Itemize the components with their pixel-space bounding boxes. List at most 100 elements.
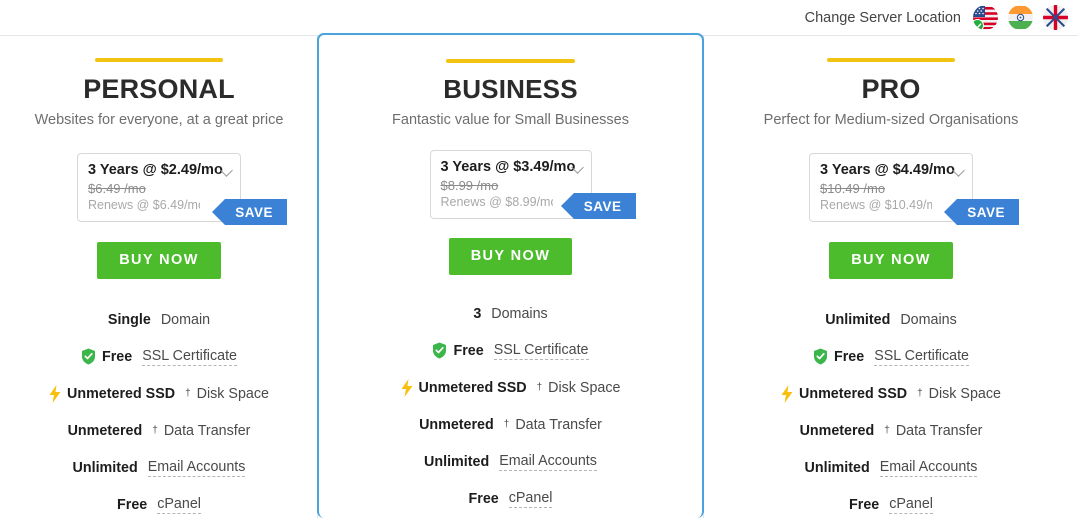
feature-ssl: Free SSL Certificate [813, 338, 970, 375]
feature-data-transfer: Unmetered † Data Transfer [419, 406, 602, 443]
change-server-location-label[interactable]: Change Server Location [805, 10, 961, 26]
dagger-marker: † [536, 382, 543, 393]
price-original: $6.49 /mo [88, 181, 146, 196]
feature-bold: Free [117, 496, 148, 513]
feature-text: cPanel [157, 495, 201, 514]
plan-card-personal: NOW WITH SSD PERSONAL Websites for every… [0, 36, 318, 518]
save-ribbon: SAVE [560, 193, 636, 219]
price-renewal: Renews @ $8.99/mo [440, 195, 553, 209]
feature-bold: Unmetered [419, 416, 494, 433]
plan-tagline: Fantastic value for Small Businesses [392, 112, 629, 128]
dagger-marker: † [884, 425, 890, 436]
buy-now-button[interactable]: BUY NOW [829, 242, 953, 279]
plan-name: PRO [861, 74, 921, 104]
price-renewal: Renews @ $6.49/mo [88, 198, 200, 212]
header-bar: Change Server Location [0, 0, 1078, 35]
dagger-marker: † [185, 388, 191, 399]
us-flag-icon[interactable] [973, 5, 998, 30]
feature-bold: Free [833, 348, 865, 365]
feature-email-accounts: Unlimited Email Accounts [805, 449, 978, 486]
feature-cpanel: Free cPanel [849, 486, 933, 518]
feature-bold: Unlimited [72, 459, 138, 476]
feature-bold: Unmetered SSD [67, 385, 176, 402]
feature-text: Email Accounts [147, 458, 246, 477]
feature-bold: Free [101, 348, 133, 365]
uk-flag-icon[interactable] [1043, 5, 1068, 30]
dagger-marker: † [152, 425, 158, 436]
price-selector-wrap: 3 Years @ $2.49/mo $6.49 /mo Renews @ $6… [77, 153, 287, 225]
feature-email-accounts: Unlimited Email Accounts [424, 443, 597, 480]
dagger-marker: † [917, 388, 923, 399]
feature-ssl: Free SSL Certificate [81, 338, 238, 375]
feature-email-accounts: Unlimited Email Accounts [73, 449, 246, 486]
india-flag-icon[interactable] [1008, 5, 1033, 30]
feature-text: SSL Certificate [874, 347, 970, 366]
feature-disk-space: Unmetered SSD † Disk Space [401, 369, 621, 406]
shield-check-icon [813, 348, 828, 365]
feature-text: SSL Certificate [493, 341, 589, 360]
selected-check-icon [973, 19, 984, 30]
feature-list: Single Domain Free SSL Certificate Unmeter… [0, 301, 318, 518]
buy-now-button[interactable]: BUY NOW [448, 238, 573, 275]
feature-text: SSL Certificate [142, 347, 238, 366]
price-selector-wrap: 3 Years @ $4.49/mo $10.49 /mo Renews @ $… [809, 153, 1019, 225]
feature-bold: Free [849, 496, 880, 513]
feature-text: Data Transfer [515, 416, 602, 433]
feature-bold: Free [468, 490, 499, 507]
price-current: 3 Years @ $2.49/mo [88, 162, 223, 178]
domains-count: Single [107, 311, 151, 328]
feature-bold: Unmetered SSD [799, 385, 908, 402]
feature-bold: Unmetered SSD [418, 379, 527, 396]
ssd-badge: NOW WITH SSD [826, 58, 956, 62]
plan-card-business: NOW WITH SSD MOST POPULAR BUSINESS Fanta… [317, 33, 704, 518]
feature-data-transfer: Unmetered † Data Transfer [68, 412, 251, 449]
plan-name: PERSONAL [83, 74, 235, 104]
lightning-icon [49, 384, 61, 403]
price-current: 3 Years @ $4.49/mo [820, 162, 955, 178]
plan-tagline: Perfect for Medium-sized Organisations [763, 112, 1019, 128]
domains-label: Domains [491, 305, 548, 322]
price-selector-wrap: 3 Years @ $3.49/mo $8.99 /mo Renews @ $8… [429, 150, 636, 219]
feature-domains: Unlimited Domains [825, 301, 957, 338]
most-popular-badge: MOST POPULAR [472, 59, 549, 63]
feature-ssl: Free SSL Certificate [432, 332, 589, 369]
feature-text: Data Transfer [895, 422, 983, 439]
price-original: $10.49 /mo [820, 181, 886, 196]
feature-text: Disk Space [196, 385, 269, 402]
feature-text: cPanel [889, 495, 933, 514]
domains-label: Domains [900, 311, 957, 328]
feature-bold: Unlimited [804, 459, 870, 476]
feature-text: Data Transfer [163, 422, 251, 439]
price-original: $8.99 /mo [440, 178, 499, 193]
ssd-badge: NOW WITH SSD MOST POPULAR [446, 59, 575, 63]
domains-label: Domain [160, 311, 211, 328]
feature-data-transfer: Unmetered † Data Transfer [800, 412, 983, 449]
feature-text: cPanel [508, 489, 553, 508]
shield-check-icon [81, 348, 96, 365]
feature-bold: Unlimited [424, 453, 490, 470]
plan-card-pro: NOW WITH SSD PRO Perfect for Medium-size… [704, 36, 1078, 518]
plan-tagline: Websites for everyone, at a great price [34, 112, 284, 128]
save-ribbon: SAVE [944, 199, 1019, 225]
feature-domains: Single Domain [108, 301, 210, 338]
feature-bold: Free [453, 342, 484, 359]
plan-name: BUSINESS [443, 74, 578, 104]
feature-text: Disk Space [928, 385, 1001, 402]
save-ribbon: SAVE [212, 199, 287, 225]
feature-cpanel: Free cPanel [117, 486, 201, 518]
lightning-icon [781, 384, 793, 403]
feature-domains: 3 Domains [473, 295, 547, 332]
pricing-page: Change Server Location PERSONAL Websites… [0, 0, 1078, 518]
dagger-marker: † [503, 419, 510, 430]
feature-text: Disk Space [548, 379, 621, 396]
feature-text: Email Accounts [879, 458, 978, 477]
price-current: 3 Years @ $3.49/mo [440, 159, 576, 175]
buy-now-button[interactable]: BUY NOW [97, 242, 221, 279]
feature-list: Unlimited Domains Free SSL Certificate Unm… [704, 301, 1078, 518]
price-renewal: Renews @ $10.49/mo [820, 198, 932, 212]
domains-count: 3 [473, 305, 482, 322]
flag-selector [973, 5, 1068, 30]
feature-bold: Unmetered [799, 422, 875, 439]
feature-text: Email Accounts [499, 452, 597, 471]
feature-list: 3 Domains Free SSL Certificate Unmetered S… [319, 295, 702, 518]
